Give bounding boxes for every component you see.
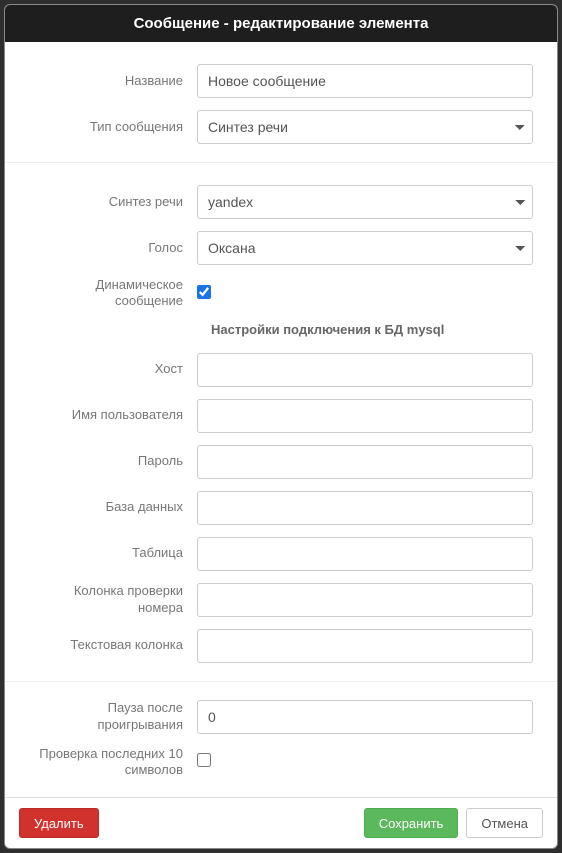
delete-button[interactable]: Удалить <box>19 808 99 838</box>
user-label: Имя пользователя <box>29 407 197 423</box>
dialog: Сообщение - редактирование элемента Назв… <box>4 4 558 849</box>
check10-checkbox[interactable] <box>197 753 211 767</box>
user-input[interactable] <box>197 399 533 433</box>
text-col-label: Текстовая колонка <box>29 637 197 653</box>
check-col-label: Колонка проверки номера <box>29 583 197 616</box>
table-label: Таблица <box>29 545 197 561</box>
name-input[interactable] <box>197 64 533 98</box>
pause-label: Пауза после проигрывания <box>29 700 197 733</box>
database-label: База данных <box>29 499 197 515</box>
voice-select[interactable]: Оксана <box>197 231 533 265</box>
db-heading: Настройки подключения к БД mysql <box>211 322 533 337</box>
type-label: Тип сообщения <box>29 119 197 135</box>
row-tts: Синтез речи yandex <box>29 185 533 219</box>
save-button[interactable]: Сохранить <box>364 808 459 838</box>
dialog-footer: Удалить Сохранить Отмена <box>5 797 557 848</box>
type-select[interactable]: Синтез речи <box>197 110 533 144</box>
check-col-input[interactable] <box>197 583 533 617</box>
text-col-input[interactable] <box>197 629 533 663</box>
pause-input[interactable] <box>197 700 533 734</box>
voice-label: Голос <box>29 240 197 256</box>
row-check10: Проверка последних 10 символов <box>29 746 533 779</box>
dynamic-label: Динамическое сообщение <box>29 277 197 310</box>
scroll-area[interactable]: Название Тип сообщения Синтез речи <box>5 42 557 797</box>
row-database: База данных <box>29 491 533 525</box>
name-label: Название <box>29 73 197 89</box>
section-general: Название Тип сообщения Синтез речи <box>5 42 557 163</box>
password-input[interactable] <box>197 445 533 479</box>
row-name: Название <box>29 64 533 98</box>
dynamic-checkbox[interactable] <box>197 285 211 299</box>
row-dynamic: Динамическое сообщение <box>29 277 533 310</box>
dialog-title: Сообщение - редактирование элемента <box>5 5 557 42</box>
tts-select[interactable]: yandex <box>197 185 533 219</box>
host-label: Хост <box>29 361 197 377</box>
check10-label: Проверка последних 10 символов <box>29 746 197 779</box>
row-pause: Пауза после проигрывания <box>29 700 533 734</box>
dialog-body: Название Тип сообщения Синтез речи <box>5 42 557 797</box>
password-label: Пароль <box>29 453 197 469</box>
section-tts: Синтез речи yandex Голос Оксана <box>5 163 557 682</box>
row-user: Имя пользователя <box>29 399 533 433</box>
row-text-col: Текстовая колонка <box>29 629 533 663</box>
row-check-col: Колонка проверки номера <box>29 583 533 617</box>
section-extra: Пауза после проигрывания Проверка послед… <box>5 682 557 789</box>
row-password: Пароль <box>29 445 533 479</box>
database-input[interactable] <box>197 491 533 525</box>
tts-label: Синтез речи <box>29 194 197 210</box>
table-input[interactable] <box>197 537 533 571</box>
row-table: Таблица <box>29 537 533 571</box>
host-input[interactable] <box>197 353 533 387</box>
cancel-button[interactable]: Отмена <box>466 808 543 838</box>
row-type: Тип сообщения Синтез речи <box>29 110 533 144</box>
row-voice: Голос Оксана <box>29 231 533 265</box>
row-host: Хост <box>29 353 533 387</box>
